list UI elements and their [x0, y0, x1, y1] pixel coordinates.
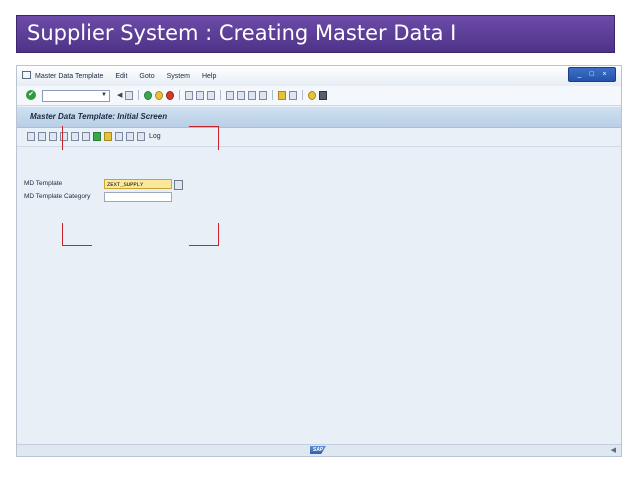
save-icon[interactable] [125, 90, 134, 100]
sap-logo: SAP [310, 446, 326, 454]
display-icon[interactable] [49, 132, 57, 141]
menu-item-edit[interactable]: Edit [115, 73, 127, 80]
menu-bar: Master Data Template Edit Goto System He… [17, 66, 621, 86]
back-icon[interactable] [144, 90, 153, 100]
highlight-bracket-bottom-left-v [62, 223, 63, 245]
exit-icon[interactable] [155, 90, 164, 100]
toolbar-divider [302, 90, 304, 100]
screen-body: MD Template ZEXT_SUPPLY MD Template Cate… [17, 126, 621, 447]
minimize-icon[interactable]: _ [577, 71, 581, 78]
md-template-label: MD Template [24, 180, 63, 187]
log-icon[interactable] [137, 132, 145, 141]
log-button-label[interactable]: Log [149, 133, 161, 140]
toolbar-divider [138, 90, 140, 100]
menu-item-goto[interactable]: Goto [139, 73, 154, 80]
screen-title-bar: Master Data Template: Initial Screen [17, 107, 621, 128]
hierarchy-icon[interactable] [115, 132, 123, 141]
slide-title-banner: Supplier System : Creating Master Data I [16, 15, 615, 53]
next-page-icon[interactable] [248, 90, 257, 100]
last-page-icon[interactable] [259, 90, 268, 100]
window-controls: _ □ × [568, 67, 616, 82]
transport-icon[interactable] [104, 132, 112, 141]
where-used-icon[interactable] [126, 132, 134, 141]
screen-title: Master Data Template: Initial Screen [30, 112, 168, 121]
help-icon[interactable] [308, 90, 317, 100]
find-next-icon[interactable] [207, 90, 216, 100]
new-session-icon[interactable] [278, 90, 287, 100]
command-dropdown-icon[interactable]: ▼ [101, 92, 107, 98]
value-help-icon[interactable] [174, 180, 183, 190]
toolbar-divider [179, 90, 181, 100]
highlight-bracket-top-right-v [218, 126, 219, 150]
window-menu-icon[interactable] [22, 71, 31, 79]
check-icon[interactable] [93, 132, 101, 141]
highlight-bracket-bottom-left-h [62, 245, 92, 246]
close-icon[interactable]: × [602, 71, 606, 78]
highlight-bracket-bottom-right-h [189, 245, 219, 246]
other-object-icon[interactable] [82, 132, 90, 141]
toolbar-divider [220, 90, 222, 100]
standard-toolbar-icons: ◀ [117, 90, 328, 100]
md-template-category-label: MD Template Category [24, 193, 91, 200]
change-icon[interactable] [38, 132, 46, 141]
shortcut-icon[interactable] [289, 90, 298, 100]
menu-item-master-data-template[interactable]: Master Data Template [35, 73, 103, 80]
highlight-bracket-top-left [62, 126, 63, 150]
maximize-icon[interactable]: □ [590, 71, 594, 78]
application-toolbar: Log [17, 128, 621, 147]
slide-title: Supplier System : Creating Master Data I [27, 21, 457, 45]
enter-check-icon[interactable]: ✔ [26, 90, 36, 100]
create-icon[interactable] [27, 132, 35, 141]
menu-item-system[interactable]: System [167, 73, 190, 80]
back-history-icon[interactable]: ◀ [117, 91, 122, 99]
sap-window: Master Data Template Edit Goto System He… [16, 65, 622, 457]
first-page-icon[interactable] [226, 90, 235, 100]
status-expand-icon[interactable]: ◀ [611, 446, 616, 454]
status-bar: SAP ◀ [17, 444, 621, 456]
md-template-input[interactable]: ZEXT_SUPPLY [104, 179, 172, 189]
highlight-bracket-bottom-right-v [218, 223, 219, 245]
md-template-category-input[interactable] [104, 192, 172, 202]
layout-menu-icon[interactable] [319, 90, 328, 100]
previous-page-icon[interactable] [237, 90, 246, 100]
menu-item-help[interactable]: Help [202, 73, 216, 80]
application-toolbar-icons: Log [27, 132, 161, 141]
command-field[interactable] [42, 90, 110, 102]
menu-items: Master Data Template Edit Goto System He… [35, 73, 216, 80]
highlight-bracket-top-right-h [189, 126, 219, 127]
standard-toolbar: ✔ ▼ ◀ [17, 86, 621, 106]
toolbar-divider [272, 90, 274, 100]
delete-icon[interactable] [71, 132, 79, 141]
cancel-icon[interactable] [166, 90, 175, 100]
print-icon[interactable] [185, 90, 194, 100]
find-icon[interactable] [196, 90, 205, 100]
